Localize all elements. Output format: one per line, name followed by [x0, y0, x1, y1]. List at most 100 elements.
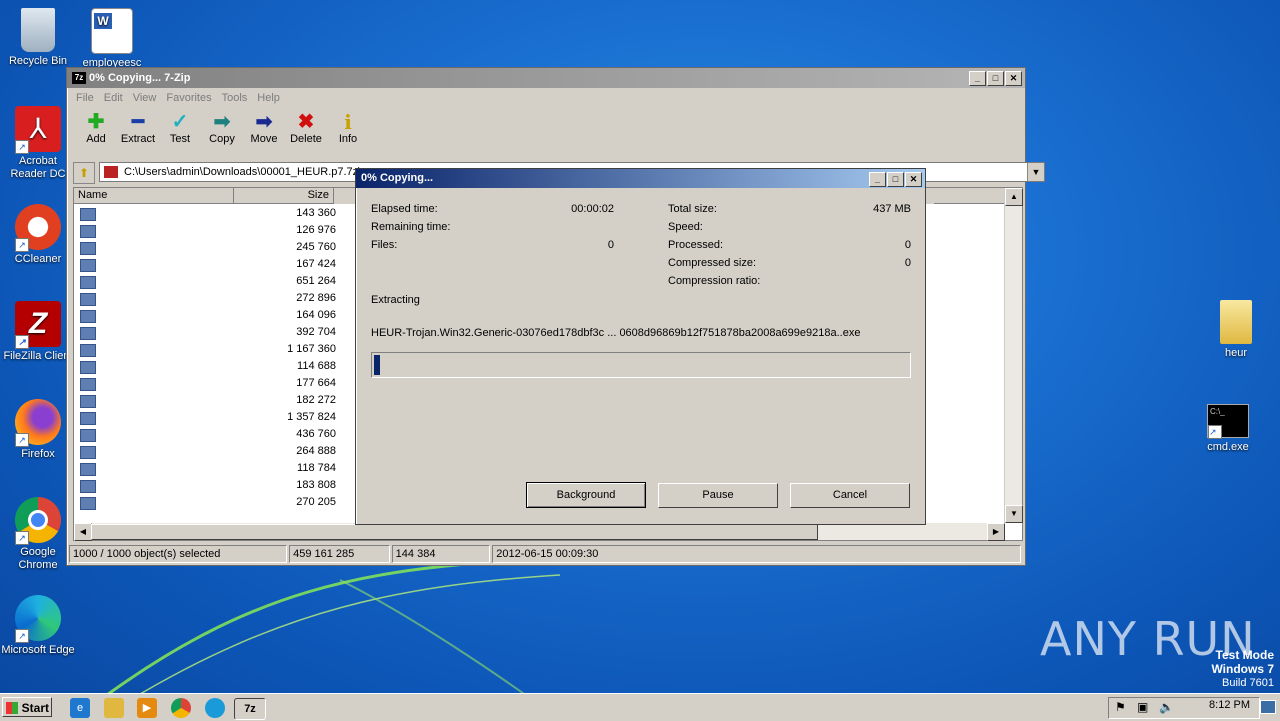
table-row[interactable]: 1 357 824 — [76, 409, 336, 426]
move-button[interactable]: ➡ Move — [243, 108, 285, 148]
edge-taskbar-icon[interactable] — [205, 698, 225, 718]
file-size: 1 167 360 — [287, 343, 336, 355]
desktop-icon-heur[interactable]: heur — [1198, 300, 1274, 360]
menubar: File Edit View Favorites Tools Help — [67, 88, 1025, 108]
filezilla-icon: Z ↗ — [15, 301, 61, 349]
table-row[interactable]: 167 424 — [76, 256, 336, 273]
horizontal-scrollbar[interactable]: ◀ ▶ — [74, 523, 1005, 541]
desktop-icon-recycle-bin[interactable]: Recycle Bin — [0, 8, 76, 68]
table-row[interactable]: 245 760 — [76, 239, 336, 256]
desktop-icon-firefox[interactable]: ↗ Firefox — [0, 399, 76, 461]
dialog-minimize-button[interactable]: _ — [869, 172, 886, 187]
scroll-right-arrow-icon[interactable]: ▶ — [987, 523, 1005, 541]
table-row[interactable]: 118 784 — [76, 460, 336, 477]
info-icon: i — [344, 110, 352, 134]
flag-tray-icon[interactable]: ⚑ — [1115, 700, 1126, 714]
media-player-icon[interactable]: ▶ — [137, 698, 157, 718]
dialog-close-button[interactable]: ✕ — [905, 172, 922, 187]
show-desktop-icon[interactable] — [1260, 700, 1276, 714]
table-row[interactable]: 126 976 — [76, 222, 336, 239]
table-row[interactable]: 264 888 — [76, 443, 336, 460]
pause-button[interactable]: Pause — [658, 483, 778, 508]
column-header-name[interactable]: Name — [74, 188, 234, 204]
scroll-down-arrow-icon[interactable]: ▼ — [1005, 505, 1023, 523]
elapsed-value: 00:00:02 — [571, 203, 614, 215]
chrome-icon: ↗ — [15, 497, 61, 545]
move-icon: ➡ — [255, 111, 273, 133]
desktop-icon-acrobat[interactable]: ⅄ ↗ Acrobat Reader DC — [0, 106, 76, 181]
menu-edit[interactable]: Edit — [99, 88, 128, 108]
desktop-icon-employeesc[interactable]: W employeesc — [74, 8, 150, 70]
column-header-extra[interactable] — [934, 188, 1004, 204]
info-button[interactable]: i Info — [327, 108, 369, 148]
path-dropdown-button[interactable]: ▼ — [1027, 163, 1044, 181]
table-row[interactable]: 1 167 360 — [76, 341, 336, 358]
file-size: 272 896 — [296, 292, 336, 304]
ie-icon[interactable]: e — [70, 698, 90, 718]
menu-view[interactable]: View — [128, 88, 162, 108]
taskbar-clock[interactable]: 8:12 PM — [1209, 699, 1250, 711]
total-size-label: Total size: — [668, 203, 717, 215]
chrome-taskbar-icon[interactable] — [171, 698, 191, 718]
table-row[interactable]: 114 688 — [76, 358, 336, 375]
menu-favorites[interactable]: Favorites — [161, 88, 216, 108]
add-button[interactable]: ✚ Add — [75, 108, 117, 148]
desktop-icon-edge[interactable]: ↗ Microsoft Edge — [0, 595, 76, 657]
delete-button[interactable]: ✖ Delete — [285, 108, 327, 148]
folder-up-button[interactable]: ⬆ — [73, 162, 95, 184]
desktop-icon-ccleaner[interactable]: ↗ CCleaner — [0, 204, 76, 266]
file-size: 143 360 — [296, 207, 336, 219]
file-icon — [80, 412, 96, 425]
test-button[interactable]: ✓ Test — [159, 108, 201, 148]
copying-dialog[interactable]: 0% Copying... _ □ ✕ Elapsed time: 00:00:… — [355, 168, 926, 525]
archive-icon — [104, 166, 118, 178]
minimize-button[interactable]: _ — [969, 71, 986, 86]
status-selected: 1000 / 1000 object(s) selected — [69, 545, 288, 563]
table-row[interactable]: 182 272 — [76, 392, 336, 409]
explorer-icon[interactable] — [104, 698, 124, 718]
copy-button[interactable]: ➡ Copy — [201, 108, 243, 148]
vertical-scrollbar[interactable]: ▲ ▼ — [1004, 188, 1023, 523]
file-icon — [80, 225, 96, 238]
7zip-taskbar-button[interactable]: 7z — [234, 698, 266, 720]
file-icon — [80, 429, 96, 442]
desktop-icon-filezilla[interactable]: Z ↗ FileZilla Client — [0, 301, 76, 363]
table-row[interactable]: 651 264 — [76, 273, 336, 290]
dialog-titlebar[interactable]: 0% Copying... _ □ ✕ — [356, 169, 925, 188]
maximize-button[interactable]: □ — [987, 71, 1004, 86]
network-tray-icon[interactable]: ▣ — [1137, 700, 1148, 714]
cancel-button[interactable]: Cancel — [790, 483, 910, 508]
table-row[interactable]: 177 664 — [76, 375, 336, 392]
extract-button[interactable]: ━ Extract — [117, 108, 159, 148]
toolbar: ✚ Add ━ Extract ✓ Test ➡ Copy ➡ Move ✖ Delete … — [67, 108, 1025, 148]
table-row[interactable]: 392 704 — [76, 324, 336, 341]
window-titlebar[interactable]: 7z 0% Copying... 7-Zip _ □ ✕ — [67, 68, 1025, 88]
dialog-maximize-button[interactable]: □ — [887, 172, 904, 187]
desktop-icon-cmd[interactable]: C:\_ ↗ cmd.exe — [1190, 404, 1266, 454]
table-row[interactable]: 183 808 — [76, 477, 336, 494]
status-total: 459 161 285 — [289, 545, 390, 563]
files-value: 0 — [607, 239, 614, 251]
menu-help[interactable]: Help — [252, 88, 285, 108]
table-row[interactable]: 272 896 — [76, 290, 336, 307]
start-button[interactable]: Start — [2, 697, 52, 717]
column-header-size[interactable]: Size — [234, 188, 334, 204]
menu-tools[interactable]: Tools — [217, 88, 253, 108]
table-row[interactable]: 143 360 — [76, 205, 336, 222]
volume-tray-icon[interactable]: 🔈 — [1159, 700, 1174, 714]
scroll-up-arrow-icon[interactable]: ▲ — [1005, 188, 1023, 206]
table-row[interactable]: 436 760 — [76, 426, 336, 443]
file-size: 126 976 — [296, 224, 336, 236]
background-button[interactable]: Background — [526, 482, 646, 508]
horizontal-scroll-thumb[interactable] — [91, 524, 818, 540]
scroll-left-arrow-icon[interactable]: ◀ — [74, 523, 92, 541]
file-size: 164 096 — [296, 309, 336, 321]
file-icon — [80, 480, 96, 493]
compression-ratio-label: Compression ratio: — [668, 275, 761, 287]
ccleaner-icon: ↗ — [15, 204, 61, 252]
menu-file[interactable]: File — [71, 88, 99, 108]
close-button[interactable]: ✕ — [1005, 71, 1022, 86]
table-row[interactable]: 270 205 — [76, 494, 336, 511]
desktop-icon-chrome[interactable]: ↗ Google Chrome — [0, 497, 76, 572]
table-row[interactable]: 164 096 — [76, 307, 336, 324]
